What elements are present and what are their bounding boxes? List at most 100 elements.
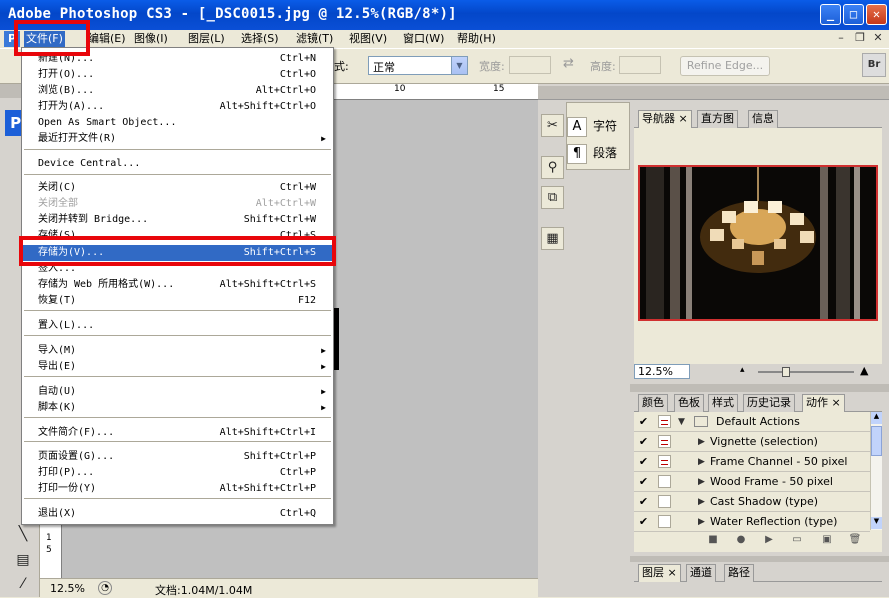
- menu-image[interactable]: 图像(I): [134, 31, 168, 47]
- chevron-right-icon[interactable]: ▶: [698, 472, 705, 492]
- check-icon[interactable]: ✔: [637, 515, 650, 528]
- action-row[interactable]: ✔ ▶ Frame Channel - 50 pixel: [634, 452, 870, 472]
- chevron-right-icon[interactable]: ▶: [698, 432, 705, 452]
- action-row[interactable]: ✔ ▶ Wood Frame - 50 pixel: [634, 472, 870, 492]
- chevron-down-icon[interactable]: ▼: [678, 412, 685, 432]
- check-icon[interactable]: ✔: [637, 415, 650, 428]
- file-menu-item[interactable]: 导入(M) ▶: [22, 343, 333, 359]
- doc-close-icon[interactable]: ✕: [870, 31, 886, 46]
- file-menu-item[interactable]: 最近打开文件(R) ▶: [22, 131, 333, 147]
- dialog-toggle-icon[interactable]: [658, 415, 671, 428]
- navigator-zoom-field[interactable]: 12.5%: [634, 364, 690, 379]
- menu-filter[interactable]: 滤镜(T): [296, 31, 333, 47]
- check-icon[interactable]: ✔: [637, 495, 650, 508]
- status-icon[interactable]: ◔: [98, 581, 112, 595]
- pen-tool-icon[interactable]: ╲: [12, 524, 34, 544]
- file-menu-item[interactable]: 打印一份(Y) Alt+Shift+Ctrl+P: [22, 481, 333, 497]
- menu-layer[interactable]: 图层(L): [188, 31, 225, 47]
- height-field[interactable]: [619, 56, 661, 74]
- tab-channels[interactable]: 通道: [686, 564, 716, 582]
- file-menu-item[interactable]: 文件简介(F)... Alt+Shift+Ctrl+I: [22, 425, 333, 441]
- scroll-down-icon[interactable]: ▼: [871, 517, 882, 529]
- maximize-button[interactable]: □: [843, 4, 864, 25]
- character-panel-button[interactable]: A 字符: [567, 114, 617, 138]
- eyedropper-tool-icon[interactable]: ⁄: [12, 574, 34, 594]
- menu-select[interactable]: 选择(S): [241, 31, 279, 47]
- new-set-icon[interactable]: ▭: [790, 534, 804, 546]
- trash-icon[interactable]: 🗑: [848, 534, 862, 546]
- tab-navigator[interactable]: 导航器 ×: [638, 110, 692, 128]
- file-menu-item[interactable]: 打开为(A)... Alt+Shift+Ctrl+O: [22, 99, 333, 115]
- close-icon[interactable]: ×: [679, 112, 688, 125]
- dialog-toggle-icon[interactable]: [658, 455, 671, 468]
- tab-info[interactable]: 信息: [748, 110, 778, 128]
- bridge-icon[interactable]: Br: [862, 53, 886, 77]
- menu-window[interactable]: 窗口(W): [403, 31, 444, 47]
- tab-styles[interactable]: 样式: [708, 394, 738, 412]
- layer-comps-icon[interactable]: ▦: [541, 227, 564, 250]
- close-icon[interactable]: ×: [832, 396, 841, 409]
- style-select[interactable]: 正常 ▼: [368, 56, 468, 75]
- action-row[interactable]: ✔ ▶ Water Reflection (type): [634, 512, 870, 532]
- clone-source-icon[interactable]: ⧉: [541, 186, 564, 209]
- menu-help[interactable]: 帮助(H): [457, 31, 496, 47]
- file-menu-item[interactable]: 关闭并转到 Bridge... Shift+Ctrl+W: [22, 212, 333, 228]
- record-icon[interactable]: ●: [734, 534, 748, 546]
- dock-header[interactable]: [538, 86, 566, 100]
- action-row[interactable]: ✔ ▶ Cast Shadow (type): [634, 492, 870, 512]
- file-menu-item[interactable]: 打印(P)... Ctrl+P: [22, 465, 333, 481]
- status-zoom[interactable]: 12.5%: [50, 582, 85, 595]
- file-menu-item[interactable]: 导出(E) ▶: [22, 359, 333, 375]
- zoom-in-icon[interactable]: ▲: [860, 364, 868, 377]
- close-button[interactable]: ✕: [866, 4, 887, 25]
- play-icon[interactable]: ▶: [762, 534, 776, 546]
- file-menu-item[interactable]: 自动(U) ▶: [22, 384, 333, 400]
- check-icon[interactable]: ✔: [637, 455, 650, 468]
- tab-layers[interactable]: 图层 ×: [638, 564, 681, 582]
- new-action-icon[interactable]: ▣: [820, 534, 834, 546]
- file-menu-item[interactable]: Device Central...: [22, 156, 333, 172]
- tab-histogram[interactable]: 直方图: [697, 110, 738, 128]
- dock-header[interactable]: [566, 86, 630, 100]
- zoom-slider-handle[interactable]: [782, 367, 790, 377]
- navigator-thumbnail[interactable]: [638, 165, 878, 321]
- dock-header[interactable]: [630, 556, 889, 562]
- file-menu-item[interactable]: 置入(L)...: [22, 318, 333, 334]
- file-menu-item[interactable]: 页面设置(G)... Shift+Ctrl+P: [22, 449, 333, 465]
- stop-icon[interactable]: ■: [706, 534, 720, 546]
- file-menu-item[interactable]: 脚本(K) ▶: [22, 400, 333, 416]
- tab-color[interactable]: 颜色: [638, 394, 668, 412]
- chevron-right-icon[interactable]: ▶: [698, 492, 705, 512]
- file-menu-item[interactable]: 存储为 Web 所用格式(W)... Alt+Shift+Ctrl+S: [22, 277, 333, 293]
- dock-header[interactable]: [630, 86, 889, 100]
- zoom-out-icon[interactable]: ▴: [740, 365, 745, 375]
- dialog-toggle-icon[interactable]: [658, 495, 671, 508]
- check-icon[interactable]: ✔: [637, 435, 650, 448]
- tool-presets-icon[interactable]: ✂: [541, 114, 564, 137]
- zoom-slider-track[interactable]: [758, 371, 854, 373]
- doc-restore-icon[interactable]: ❐: [852, 31, 868, 46]
- dialog-toggle-icon[interactable]: [658, 515, 671, 528]
- menu-edit[interactable]: 编辑(E): [88, 31, 126, 47]
- tab-actions[interactable]: 动作 ×: [802, 394, 845, 412]
- tab-swatches[interactable]: 色板: [674, 394, 704, 412]
- chevron-right-icon[interactable]: ▶: [698, 512, 705, 532]
- close-icon[interactable]: ×: [668, 566, 677, 579]
- dock-header[interactable]: [630, 384, 889, 392]
- dialog-toggle-icon[interactable]: [658, 435, 671, 448]
- file-menu-item[interactable]: 浏览(B)... Alt+Ctrl+O: [22, 83, 333, 99]
- dialog-toggle-icon[interactable]: [658, 475, 671, 488]
- paragraph-panel-button[interactable]: ¶ 段落: [567, 141, 617, 165]
- tab-paths[interactable]: 路径: [724, 564, 754, 582]
- action-row[interactable]: ✔ ▼ Default Actions: [634, 412, 870, 432]
- swap-icon[interactable]: ⇄: [563, 56, 574, 71]
- file-menu-item[interactable]: 打开(O)... Ctrl+O: [22, 67, 333, 83]
- chevron-right-icon[interactable]: ▶: [698, 452, 705, 472]
- width-field[interactable]: [509, 56, 551, 74]
- brushes-icon[interactable]: ⚲: [541, 156, 564, 179]
- scroll-thumb[interactable]: [871, 426, 882, 456]
- action-row[interactable]: ✔ ▶ Vignette (selection): [634, 432, 870, 452]
- file-menu-item[interactable]: 关闭(C) Ctrl+W: [22, 180, 333, 196]
- minimize-button[interactable]: _: [820, 4, 841, 25]
- file-menu-item[interactable]: 恢复(T) F12: [22, 293, 333, 309]
